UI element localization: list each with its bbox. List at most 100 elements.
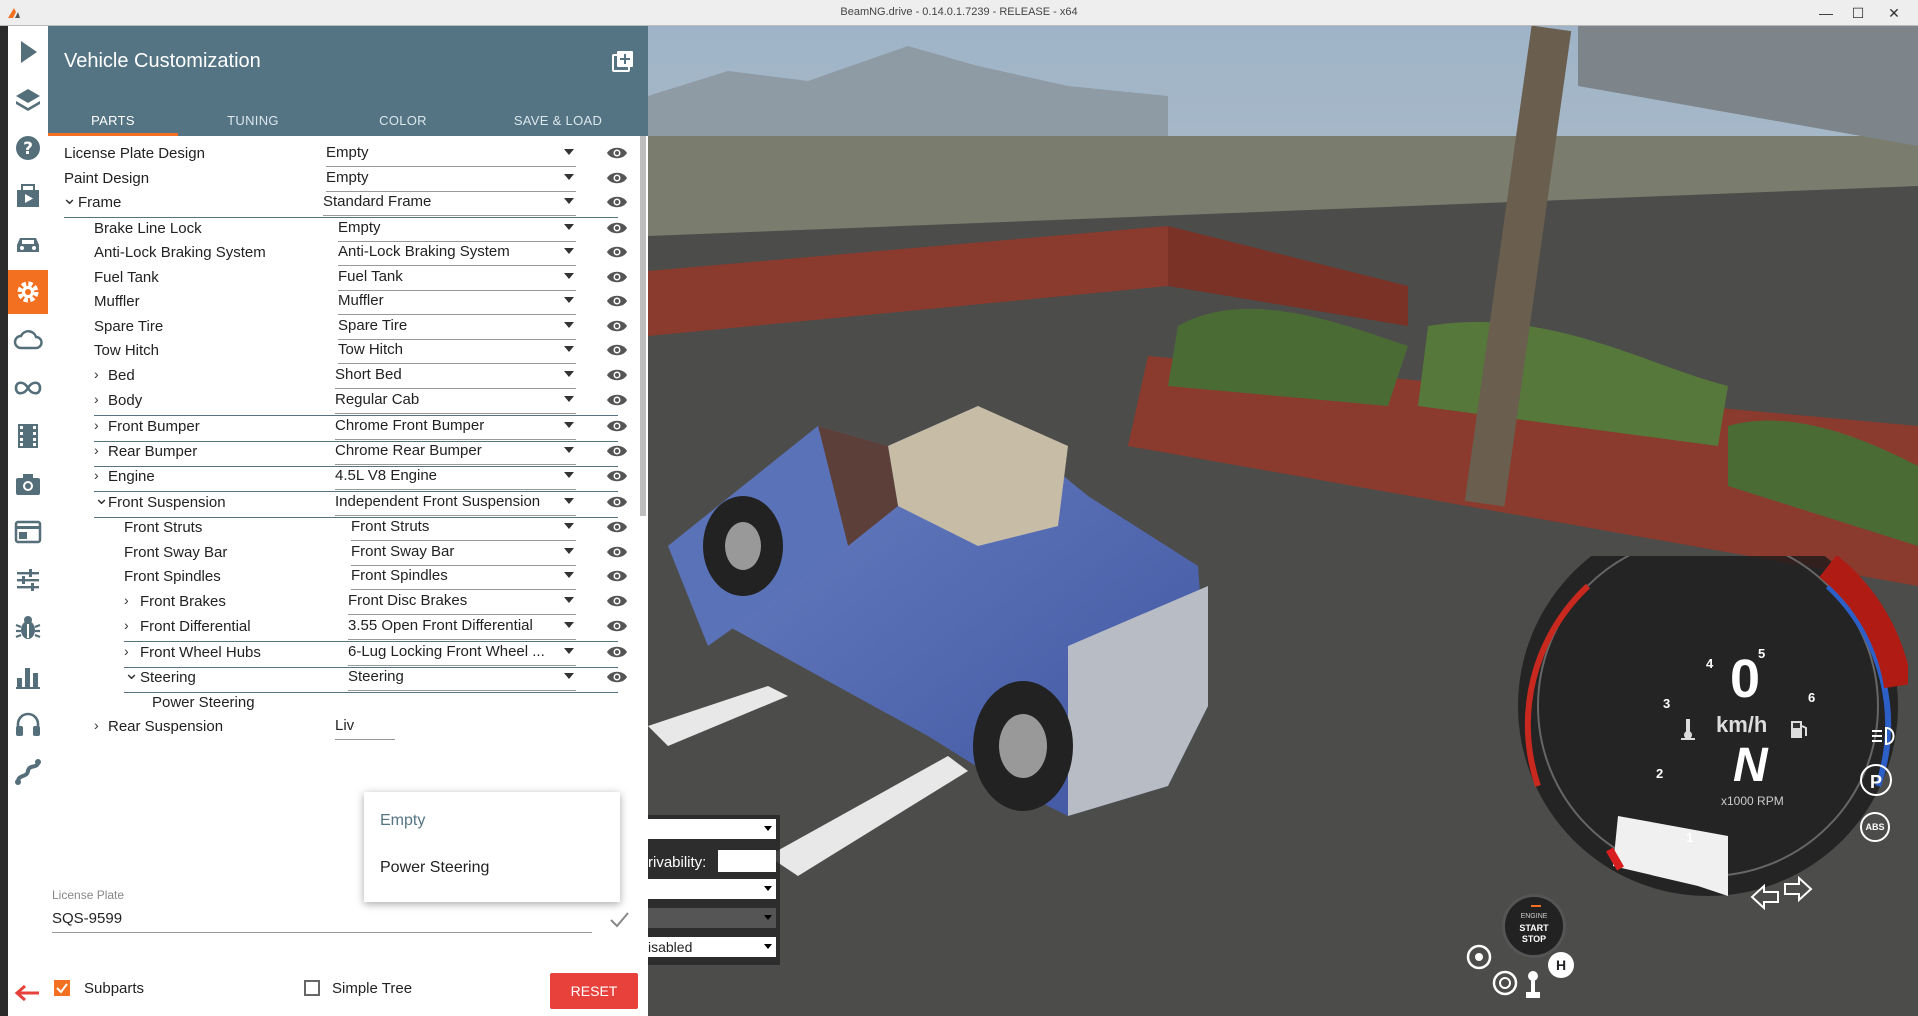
- chevron-right-icon[interactable]: ›: [94, 417, 99, 433]
- chevron-right-icon[interactable]: ›: [94, 442, 99, 458]
- visibility-eye-icon[interactable]: [606, 343, 628, 357]
- shifter-icon[interactable]: [1522, 970, 1544, 1000]
- wheel-lock-icon[interactable]: [1466, 944, 1492, 970]
- visibility-eye-icon[interactable]: [606, 469, 628, 483]
- tab-save-load[interactable]: SAVE & LOAD: [478, 106, 638, 136]
- part-label: Tow Hitch: [94, 342, 160, 359]
- reset-button[interactable]: RESET: [550, 973, 638, 1009]
- help-menu-item[interactable]: ?: [8, 126, 48, 170]
- environment-menu-item[interactable]: [8, 318, 48, 362]
- visibility-eye-icon[interactable]: [606, 146, 628, 160]
- game-viewport[interactable]: 4 5 6 3 2 1 0 km/h N x1000 RPM P ABS ENG…: [648, 26, 1918, 1016]
- part-label: Front Wheel Hubs: [140, 644, 261, 661]
- visibility-eye-icon[interactable]: [606, 520, 628, 534]
- chevron-right-icon[interactable]: ›: [124, 617, 129, 633]
- rpm-tick-4: 4: [1706, 656, 1714, 671]
- part-select[interactable]: 3.55 Open Front Differential: [348, 617, 576, 640]
- dropdown-option-power-steering[interactable]: Power Steering: [380, 859, 489, 877]
- tab-tuning[interactable]: TUNING: [178, 106, 328, 136]
- minimize-button[interactable]: —: [1814, 3, 1838, 23]
- visibility-eye-icon[interactable]: [606, 195, 628, 209]
- visibility-eye-icon[interactable]: [606, 319, 628, 333]
- chevron-right-icon[interactable]: ›: [94, 366, 99, 382]
- tab-color[interactable]: COLOR: [328, 106, 478, 136]
- scenario-menu-item[interactable]: [8, 174, 48, 218]
- options-menu-item[interactable]: [8, 558, 48, 602]
- chevron-down-icon[interactable]: ⌄: [94, 488, 109, 509]
- overlay-select-2[interactable]: [648, 879, 776, 899]
- open-new-window-icon[interactable]: [612, 50, 634, 72]
- debug-menu-item[interactable]: [8, 606, 48, 650]
- chevron-right-icon[interactable]: ›: [94, 717, 99, 733]
- dropdown-option-empty[interactable]: Empty: [380, 812, 425, 830]
- checkmark-icon[interactable]: [608, 908, 630, 930]
- app-layout-menu-item[interactable]: [8, 510, 48, 554]
- dropdown-caret-icon: [564, 548, 574, 554]
- visibility-eye-icon[interactable]: [606, 619, 628, 633]
- maximize-button[interactable]: ☐: [1846, 3, 1870, 23]
- overlay-select-1[interactable]: [648, 819, 776, 839]
- turn-signal-right-icon: [1783, 874, 1813, 904]
- replay-menu-item[interactable]: [8, 414, 48, 458]
- overlay-drivability-input[interactable]: [718, 850, 776, 872]
- visibility-eye-icon[interactable]: [606, 495, 628, 509]
- svg-text:?: ?: [23, 139, 33, 159]
- layers-menu-item[interactable]: [8, 78, 48, 122]
- visibility-eye-icon[interactable]: [606, 393, 628, 407]
- subparts-checkbox[interactable]: [54, 980, 70, 996]
- simple-tree-checkbox[interactable]: [304, 980, 320, 996]
- visibility-eye-icon[interactable]: [606, 545, 628, 559]
- visibility-eye-icon[interactable]: [606, 645, 628, 659]
- play-menu-item[interactable]: [8, 30, 48, 74]
- visibility-eye-icon[interactable]: [606, 294, 628, 308]
- track-builder-menu-item[interactable]: [8, 750, 48, 794]
- part-select[interactable]: Standard Frame: [323, 193, 576, 216]
- license-plate-input[interactable]: SQS-9599: [52, 910, 592, 933]
- engine-start-stop-button[interactable]: ENGINE START STOP: [1502, 894, 1566, 958]
- chevron-right-icon[interactable]: ›: [124, 643, 129, 659]
- part-select[interactable]: Regular Cab: [335, 391, 576, 414]
- part-select-value: Empty: [338, 219, 381, 236]
- chevron-right-icon[interactable]: ›: [124, 592, 129, 608]
- checkbox-check-icon: [56, 983, 68, 994]
- gear-indicator: N: [1733, 739, 1768, 792]
- abs-indicator: ABS: [1860, 812, 1890, 842]
- part-label: Anti-Lock Braking System: [94, 244, 266, 261]
- part-select[interactable]: Liv: [335, 717, 395, 740]
- visibility-eye-icon[interactable]: [606, 171, 628, 185]
- visibility-eye-icon[interactable]: [606, 245, 628, 259]
- tire-icon[interactable]: [1492, 970, 1518, 996]
- visibility-eye-icon[interactable]: [606, 221, 628, 235]
- vehicle-config-menu-item[interactable]: [8, 270, 48, 314]
- chevron-right-icon[interactable]: ›: [94, 391, 99, 407]
- overlay-select-4-value: isabled: [648, 939, 693, 955]
- overlay-select-3[interactable]: [648, 908, 776, 928]
- performance-menu-item[interactable]: [8, 654, 48, 698]
- part-select[interactable]: 4.5L V8 Engine: [335, 467, 576, 490]
- visibility-eye-icon[interactable]: [606, 444, 628, 458]
- part-label: Body: [108, 392, 143, 409]
- back-arrow-icon[interactable]: [12, 978, 42, 1008]
- chevron-right-icon[interactable]: ›: [94, 467, 99, 483]
- music-menu-item[interactable]: [8, 702, 48, 746]
- parking-brake-indicator: P: [1860, 764, 1892, 796]
- part-row: › Rear Suspension Liv: [48, 712, 648, 742]
- vehicles-menu-item[interactable]: [8, 222, 48, 266]
- photo-mode-menu-item[interactable]: [8, 462, 48, 506]
- visibility-eye-icon[interactable]: [606, 368, 628, 382]
- dropdown-caret-icon: [564, 572, 574, 578]
- chevron-down-icon[interactable]: ⌄: [124, 663, 139, 684]
- gear-icon: [17, 281, 39, 303]
- overlay-select-4[interactable]: isabled: [648, 937, 776, 957]
- visibility-eye-icon[interactable]: [606, 594, 628, 608]
- visibility-eye-icon[interactable]: [606, 419, 628, 433]
- part-label: License Plate Design: [64, 145, 205, 162]
- parts-tree-scrollbar[interactable]: [640, 136, 646, 516]
- close-button[interactable]: ✕: [1882, 3, 1906, 23]
- visibility-eye-icon[interactable]: [606, 270, 628, 284]
- visibility-eye-icon[interactable]: [606, 670, 628, 684]
- chevron-down-icon[interactable]: ⌄: [62, 188, 77, 209]
- ai-menu-item[interactable]: [8, 366, 48, 410]
- visibility-eye-icon[interactable]: [606, 569, 628, 583]
- tab-parts[interactable]: PARTS: [48, 106, 178, 136]
